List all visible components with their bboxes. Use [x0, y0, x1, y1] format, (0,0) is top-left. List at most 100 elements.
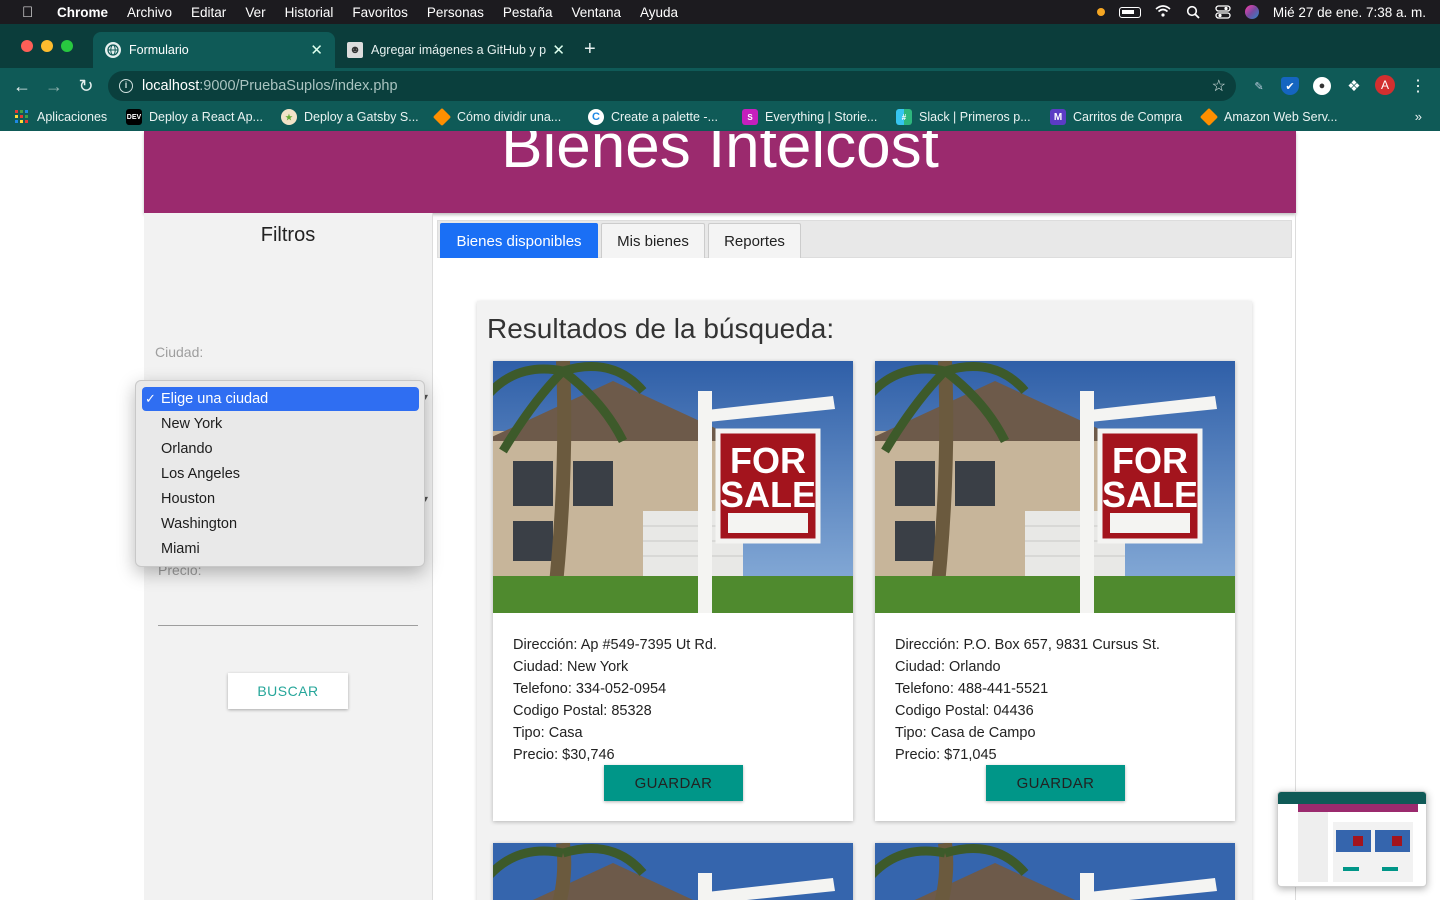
forward-arrow-icon[interactable]: → [43, 75, 65, 97]
menu-historial[interactable]: Historial [285, 5, 334, 20]
menu-app-chrome[interactable]: Chrome [57, 5, 108, 20]
property-type: Tipo: Casa [513, 725, 583, 741]
filters-title: Filtros [260, 224, 316, 246]
sign-sale-text: SALE [1102, 474, 1198, 515]
screenshot-thumbnail[interactable] [1277, 791, 1427, 887]
m-icon: M [1050, 109, 1066, 125]
property-city: Ciudad: Orlando [895, 659, 1001, 675]
chrome-menu-icon[interactable]: ⋮ [1409, 77, 1427, 95]
house-for-sale-image: FOR SALE [493, 361, 853, 613]
menu-ayuda[interactable]: Ayuda [640, 5, 678, 20]
sign-sale-text: SALE [720, 474, 816, 515]
menubar-clock[interactable]: Mié 27 de ene. 7:38 a. m. [1273, 5, 1426, 20]
city-option[interactable]: Washington [142, 512, 419, 536]
globe-icon [105, 42, 121, 58]
property-card: FOR SALE Dirección: P.O. Box 657, 9831 C… [875, 361, 1235, 821]
pen-extension-icon[interactable]: ✎ [1250, 77, 1268, 95]
slack-icon: # [896, 109, 912, 125]
bookmark-deploy-gatsby[interactable]: ★ Deploy a Gatsby S... [281, 109, 419, 125]
shield-extension-icon[interactable]: ✔ [1281, 77, 1299, 95]
recording-indicator-icon [1096, 8, 1105, 16]
save-property-button[interactable]: GUARDAR [604, 765, 743, 801]
tab-reportes[interactable]: Reportes [708, 223, 801, 258]
avatar-icon: ☻ [347, 42, 363, 58]
bookmark-star-icon[interactable]: ☆ [1212, 76, 1226, 96]
dev-icon: DEV [126, 109, 142, 125]
content-tabs: Bienes disponibles Mis bienes Reportes [437, 220, 1292, 258]
more-bookmarks-icon[interactable]: » [1415, 109, 1422, 124]
menu-personas[interactable]: Personas [427, 5, 484, 20]
house-for-sale-image [493, 843, 853, 900]
tab-bienes-disponibles[interactable]: Bienes disponibles [440, 223, 598, 258]
tab-title: Agregar imágenes a GitHub y p [371, 43, 547, 57]
bookmark-carritos[interactable]: M Carritos de Compra [1050, 109, 1182, 125]
city-option[interactable]: Houston [142, 487, 419, 511]
gatsby-icon: ★ [281, 109, 297, 125]
save-property-button[interactable]: GUARDAR [986, 765, 1125, 801]
menu-pestana[interactable]: Pestaña [503, 5, 553, 20]
city-option[interactable]: ✓ Elige una ciudad [142, 387, 419, 411]
bookmark-slack[interactable]: # Slack | Primeros p... [896, 109, 1031, 125]
window-maximize-button[interactable] [61, 40, 73, 52]
menu-archivo[interactable]: Archivo [127, 5, 172, 20]
city-option[interactable]: Orlando [142, 437, 419, 461]
address-bar[interactable]: i localhost:9000/PruebaSuplos/index.php … [108, 71, 1236, 101]
search-button[interactable]: BUSCAR [228, 673, 348, 709]
column-divider [432, 213, 433, 900]
city-label: Ciudad: [155, 344, 204, 360]
control-center-icon[interactable] [1215, 5, 1231, 19]
bookmark-aplicaciones[interactable]: Aplicaciones [14, 109, 107, 125]
new-tab-button[interactable]: + [584, 38, 596, 61]
menu-ventana[interactable]: Ventana [571, 5, 621, 20]
menu-ver[interactable]: Ver [245, 5, 265, 20]
property-city: Ciudad: New York [513, 659, 629, 675]
apple-logo-icon[interactable]:  [22, 4, 38, 21]
site-title: Bienes Intelcost [501, 131, 939, 181]
property-card [493, 843, 853, 900]
bookmark-create-palette[interactable]: C Create a palette -... [588, 109, 718, 125]
storybook-icon: S [742, 109, 758, 125]
property-info: Dirección: P.O. Box 657, 9831 Cursus St.… [895, 634, 1160, 766]
battery-icon[interactable] [1118, 6, 1141, 18]
circle-extension-icon[interactable]: ● [1313, 77, 1331, 95]
property-price: Precio: $30,746 [513, 747, 615, 763]
back-arrow-icon[interactable]: ← [11, 75, 33, 97]
price-slider-track[interactable] [158, 625, 418, 626]
tab-mis-bienes[interactable]: Mis bienes [601, 223, 705, 258]
bookmark-aws[interactable]: Amazon Web Serv... [1199, 107, 1337, 127]
bookmarks-bar: Aplicaciones DEV Deploy a React Ap... ★ … [0, 104, 1440, 131]
bookmark-deploy-react[interactable]: DEV Deploy a React Ap... [126, 109, 263, 125]
property-type: Tipo: Casa de Campo [895, 725, 1036, 741]
site-info-icon[interactable]: i [119, 79, 133, 93]
tab-github-images[interactable]: ☻ Agregar imágenes a GitHub y p ✕ [335, 32, 577, 68]
puzzle-extensions-icon[interactable]: ❖ [1345, 77, 1363, 95]
menu-editar[interactable]: Editar [191, 5, 226, 20]
close-tab-icon[interactable]: ✕ [310, 41, 323, 59]
property-info: Dirección: Ap #549-7395 Ut Rd. Ciudad: N… [513, 634, 717, 766]
url-text[interactable]: localhost:9000/PruebaSuplos/index.php [142, 78, 398, 94]
palette-icon: C [588, 109, 604, 125]
tab-formulario[interactable]: Formulario ✕ [93, 32, 335, 68]
spotlight-search-icon[interactable] [1185, 5, 1201, 19]
wifi-icon[interactable] [1155, 5, 1171, 19]
reload-icon[interactable]: ↻ [75, 75, 97, 97]
property-phone: Telefono: 334-052-0954 [513, 681, 667, 697]
site-header: Bienes Intelcost [144, 131, 1296, 213]
property-address: Dirección: Ap #549-7395 Ut Rd. [513, 637, 717, 653]
browser-tab-strip: Formulario ✕ ☻ Agregar imágenes a GitHub… [0, 24, 1440, 68]
aws-cube-icon [432, 107, 452, 127]
property-card [875, 843, 1235, 900]
siri-icon[interactable] [1244, 5, 1259, 19]
city-dropdown-menu: ✓ Elige una ciudad New York Orlando Los … [135, 380, 425, 567]
city-option[interactable]: Miami [142, 537, 419, 561]
bookmark-como-dividir[interactable]: Cómo dividir una... [432, 107, 561, 127]
bookmark-storybook[interactable]: S Everything | Storie... [742, 109, 877, 125]
window-minimize-button[interactable] [41, 40, 53, 52]
city-option[interactable]: Los Angeles [142, 462, 419, 486]
window-close-button[interactable] [21, 40, 33, 52]
macos-menu-bar:  Chrome Archivo Editar Ver Historial Fa… [0, 0, 1440, 24]
close-tab-icon[interactable]: ✕ [552, 41, 565, 59]
profile-avatar[interactable]: A [1375, 75, 1395, 95]
city-option[interactable]: New York [142, 412, 419, 436]
menu-favoritos[interactable]: Favoritos [352, 5, 408, 20]
